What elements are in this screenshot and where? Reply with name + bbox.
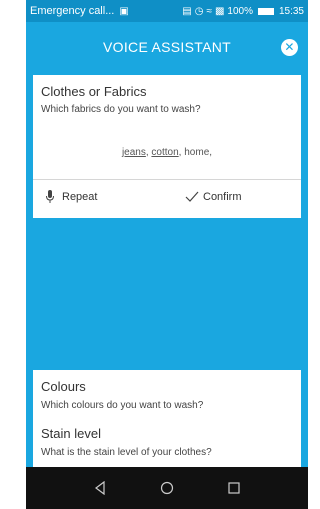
repeat-button[interactable]: Repeat: [45, 187, 97, 207]
divider: [33, 179, 301, 180]
stain-level-question: What is the stain level of your clothes?: [41, 447, 212, 458]
confirm-label: Confirm: [203, 191, 242, 203]
wifi-icon: ≈: [206, 5, 212, 17]
home-button[interactable]: [157, 478, 177, 498]
app-header: VOICE ASSISTANT ✕: [26, 22, 308, 72]
image-notification-icon: ▣: [119, 5, 129, 17]
battery-percentage: 100%: [227, 5, 253, 17]
question-title: Clothes or Fabrics: [41, 84, 147, 99]
status-bar: Emergency call... ▣ ▤ ◷ ≈ ▩ 100% 15:35: [26, 0, 308, 22]
clock: 15:35: [278, 5, 304, 17]
answer-tail: home,: [184, 147, 213, 158]
back-icon: [94, 481, 105, 495]
colours-question: Which colours do you want to wash?: [41, 400, 204, 411]
recent-apps-icon: [228, 482, 240, 494]
sim-icon: ▤: [182, 5, 192, 17]
alarm-icon: ◷: [194, 5, 204, 17]
microphone-icon: [46, 190, 54, 203]
spoken-answer: jeans, cotton, home,: [121, 147, 213, 158]
checkmark-icon: [185, 191, 199, 202]
answer-word: cotton: [151, 147, 179, 158]
confirm-button[interactable]: Confirm: [185, 187, 242, 207]
navigation-bar: [26, 467, 308, 509]
recent-apps-button[interactable]: [224, 478, 244, 498]
colours-title: Colours: [41, 379, 86, 394]
upcoming-questions-card: Colours Which colours do you want to was…: [33, 370, 301, 470]
answer-word: jeans: [121, 147, 146, 158]
battery-icon: [257, 7, 274, 15]
signal-icon: ▩: [214, 5, 225, 17]
close-icon[interactable]: ✕: [281, 39, 298, 56]
question-text: Which fabrics do you want to wash?: [41, 104, 201, 115]
phone-screen: Emergency call... ▣ ▤ ◷ ≈ ▩ 100% 15:35 V…: [26, 0, 308, 509]
page-title: VOICE ASSISTANT: [103, 39, 231, 55]
stain-level-title: Stain level: [41, 426, 101, 441]
current-question-card: Clothes or Fabrics Which fabrics do you …: [33, 75, 301, 218]
notification-text: Emergency call...: [30, 5, 115, 17]
repeat-label: Repeat: [62, 191, 98, 203]
home-icon: [160, 481, 174, 495]
back-button[interactable]: [90, 478, 110, 498]
